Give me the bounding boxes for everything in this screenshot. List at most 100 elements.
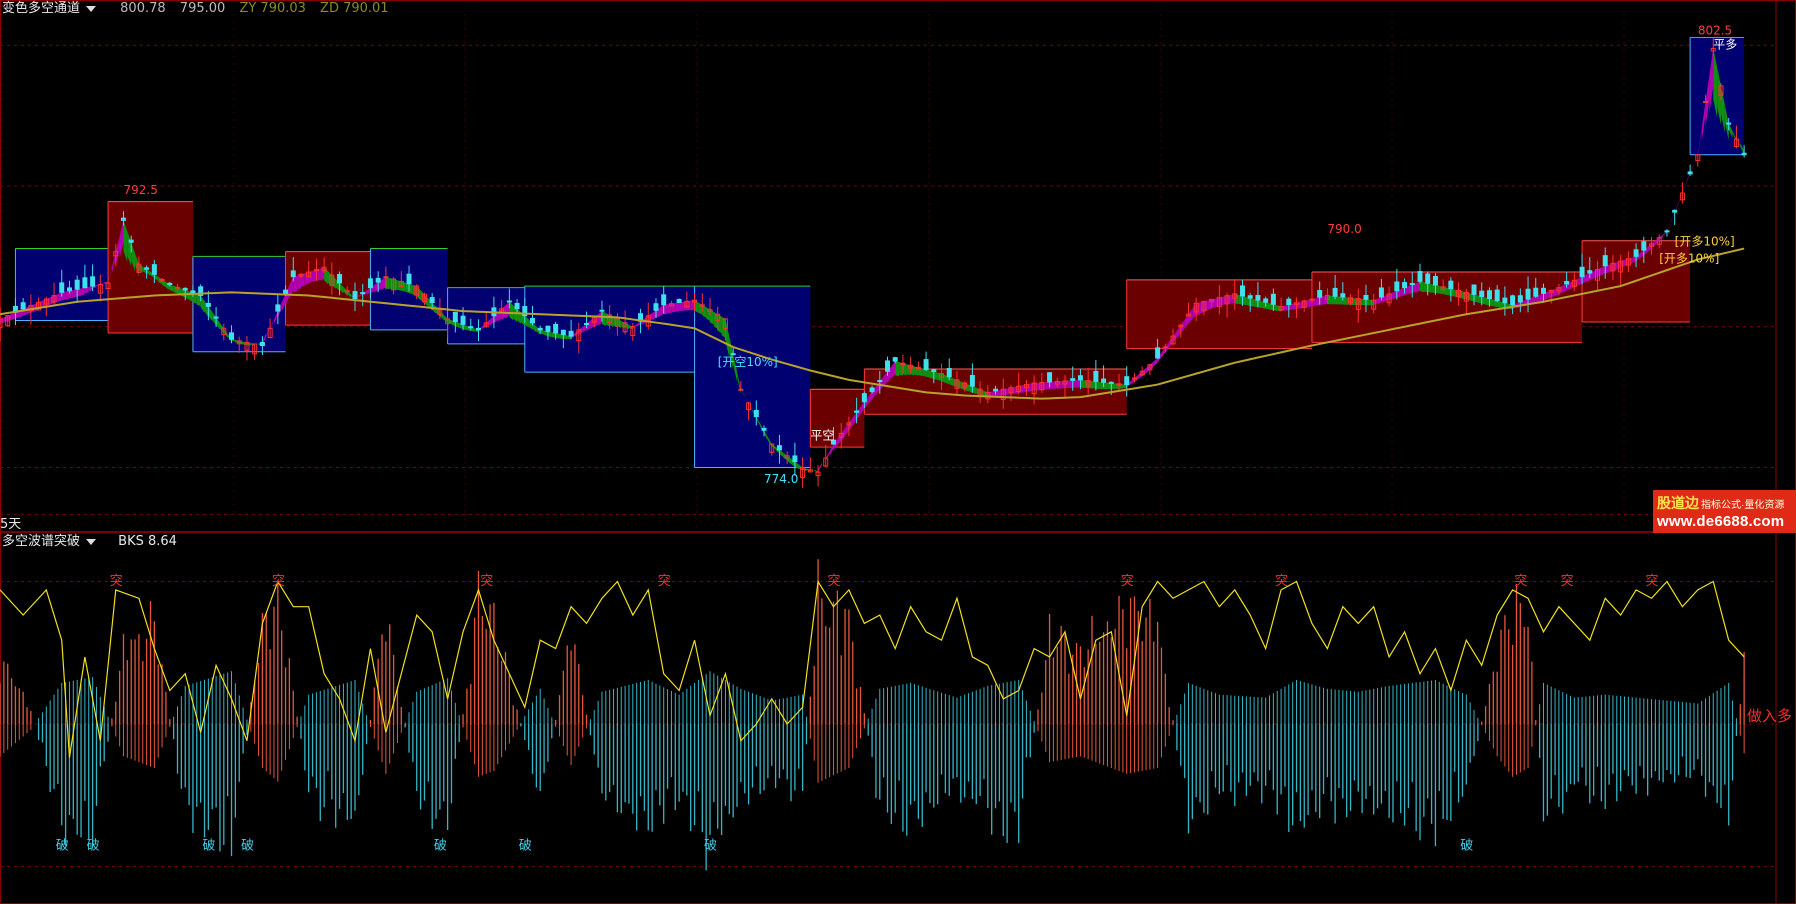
candle-body — [1124, 376, 1130, 386]
candle-body — [1564, 280, 1570, 285]
candle-body — [290, 270, 296, 278]
candle-body — [429, 297, 435, 303]
candle-body — [259, 341, 265, 346]
candle-body — [931, 369, 937, 373]
candle-body — [877, 379, 883, 382]
ribbon-segment — [61, 291, 66, 301]
ribbon-segment — [1045, 381, 1050, 390]
candle-body — [653, 303, 659, 311]
candle-body — [460, 315, 466, 325]
candle-body — [205, 302, 211, 307]
ribbon-segment — [1408, 284, 1413, 295]
candle-body — [406, 273, 412, 285]
ribbon-segment — [601, 311, 606, 327]
candle-body — [1525, 288, 1531, 300]
ribbon-segment — [1099, 381, 1104, 390]
candle-body — [383, 276, 389, 279]
ribbon-segment — [895, 361, 900, 377]
ribbon-segment — [1242, 295, 1247, 306]
candle-body — [1602, 255, 1608, 267]
candle-body — [545, 325, 551, 332]
candle-body — [1317, 290, 1323, 298]
candle-body — [59, 282, 65, 293]
candle-body — [537, 327, 543, 331]
ribbon-segment — [88, 286, 93, 292]
price-annotation: 792.5 — [123, 183, 157, 197]
candle-body — [275, 304, 281, 312]
candle-body — [120, 217, 126, 221]
breakdown-signal: 破 — [1460, 839, 1473, 854]
chevron-down-icon[interactable] — [86, 538, 97, 545]
candle-body — [514, 302, 520, 310]
ribbon-segment — [1250, 298, 1255, 307]
candle-body — [1479, 290, 1485, 297]
candle-body — [1378, 287, 1384, 298]
candle-body — [923, 359, 929, 370]
ribbon-segment — [1666, 221, 1671, 232]
ribbon-segment — [1489, 298, 1494, 307]
candle-body — [1486, 290, 1492, 300]
candle-body — [360, 292, 366, 295]
chart-canvas[interactable]: 792.5 [开空10%] 平空 774.0 790.0 802.5平多 [开多10%] [开… — [0, 0, 1796, 904]
zd-value: ZD 790.01 — [320, 1, 389, 16]
candle-body — [1471, 284, 1477, 295]
candle-body — [1101, 378, 1107, 383]
candle-body — [20, 302, 26, 310]
ribbon-segment — [1400, 287, 1405, 297]
candle-body — [1394, 281, 1400, 292]
ribbon-segment — [679, 301, 683, 312]
bottom-panel-header: 多空波谱突破 BKS 8.64 — [2, 534, 187, 550]
ribbon-segment — [1416, 281, 1420, 293]
candle-body — [367, 278, 373, 289]
candle-body — [1263, 298, 1269, 303]
candle-body — [1741, 152, 1747, 156]
candle-body — [352, 291, 358, 300]
ribbon-segment — [73, 289, 78, 298]
ribbon-segment — [663, 304, 668, 315]
candle-body — [468, 326, 474, 329]
candle-body — [182, 287, 188, 291]
ribbon-segment — [1076, 379, 1081, 388]
ribbon-segment — [563, 334, 568, 340]
breakout-signal: 突 — [1275, 573, 1288, 589]
candle-body — [1116, 383, 1122, 386]
ribbon-segment — [293, 275, 298, 293]
candle-body — [144, 267, 150, 270]
ribbon-segment — [1095, 381, 1100, 390]
candle-body — [475, 327, 481, 331]
ribbon-segment — [1362, 298, 1366, 306]
price-annotation: 平空 — [810, 428, 834, 442]
watermark-logo: 股道边 指标公式·量化资源 www.de6688.com — [1653, 490, 1796, 533]
candle-body — [553, 323, 559, 334]
candle-body — [1409, 283, 1415, 286]
price-annotation: [开多10%] — [1675, 234, 1735, 248]
ribbon-segment — [1338, 296, 1343, 305]
ribbon-segment — [1450, 288, 1455, 297]
candle-body — [1641, 241, 1647, 251]
ribbon-segment — [1092, 381, 1096, 389]
channel-band — [108, 201, 193, 333]
candle-body — [568, 330, 574, 337]
value-1: 800.78 — [120, 1, 166, 16]
ribbon-segment — [1481, 296, 1486, 305]
ribbon-segment — [547, 331, 552, 337]
ribbon-segment — [1427, 283, 1432, 293]
candle-body — [854, 410, 860, 413]
candle-body — [560, 329, 566, 336]
candle-body — [1425, 273, 1431, 284]
breakout-signal: 突 — [1646, 573, 1659, 589]
candle-body — [167, 282, 173, 286]
breakdown-signal: 破 — [56, 839, 69, 854]
ribbon-segment — [11, 312, 16, 321]
ribbon-segment — [926, 369, 930, 378]
ribbon-segment — [1539, 293, 1544, 302]
candle-body — [738, 388, 744, 391]
candle-body — [1286, 298, 1292, 306]
candle-body — [337, 273, 343, 284]
ribbon-segment — [933, 371, 938, 380]
bks-value: BKS 8.64 — [118, 534, 177, 549]
chevron-down-icon[interactable] — [86, 5, 97, 12]
candle-body — [1672, 209, 1678, 213]
watermark-line1: 股道边 指标公式·量化资源 — [1657, 495, 1785, 511]
candle-body — [1108, 381, 1114, 384]
